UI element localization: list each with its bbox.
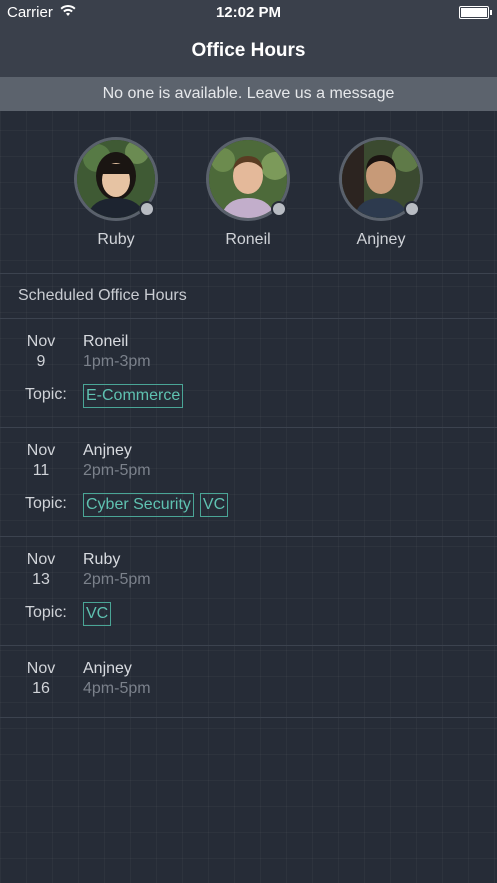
status-bar: Carrier 12:02 PM <box>0 0 497 24</box>
advisor-anjney[interactable]: Anjney <box>321 137 441 249</box>
topic-tag[interactable]: E-Commerce <box>83 384 184 408</box>
topic-label: Topic: <box>25 495 67 512</box>
topic-tag[interactable]: Cyber Security <box>83 493 194 517</box>
avatar-container <box>339 137 423 221</box>
session-hours: 1pm-3pm <box>83 353 151 370</box>
session-host: Ruby <box>83 551 121 568</box>
avatar-container <box>74 137 158 221</box>
session-row[interactable]: Nov 11 Anjney 2pm-5pm Topic: Cyber Secur… <box>0 428 497 537</box>
advisor-roneil[interactable]: Roneil <box>188 137 308 249</box>
session-host: Anjney <box>83 442 132 459</box>
advisor-name: Roneil <box>225 231 271 248</box>
session-month: Nov <box>26 333 56 350</box>
session-month: Nov <box>26 660 56 677</box>
session-hours: 2pm-5pm <box>83 462 151 479</box>
topic-tags: VC <box>83 602 112 626</box>
session-row[interactable]: Nov 16 Anjney 4pm-5pm <box>0 646 497 718</box>
presence-dot-icon <box>404 201 420 217</box>
session-day: 16 <box>32 680 50 697</box>
session-month: Nov <box>26 442 56 459</box>
avatar-container <box>206 137 290 221</box>
session-row[interactable]: Nov 9 Roneil 1pm-3pm Topic: E-Commerce <box>0 319 497 428</box>
session-day: 11 <box>32 462 50 479</box>
availability-message: No one is available. Leave us a message <box>102 85 395 102</box>
advisor-ruby[interactable]: Ruby <box>56 137 176 249</box>
advisor-row: Ruby Roneil Anjney <box>0 111 497 274</box>
presence-dot-icon <box>139 201 155 217</box>
session-month: Nov <box>26 551 56 568</box>
topic-tags: Cyber Security VC <box>83 493 229 517</box>
advisor-name: Anjney <box>356 231 406 248</box>
session-host: Anjney <box>83 660 132 677</box>
session-day: 13 <box>32 571 50 588</box>
battery-icon <box>459 6 492 19</box>
topic-label: Topic: <box>25 604 67 621</box>
advisor-name: Ruby <box>97 231 135 248</box>
session-hours: 2pm-5pm <box>83 571 151 588</box>
topic-label: Topic: <box>25 386 67 403</box>
clock: 12:02 PM <box>215 4 282 21</box>
topic-tag[interactable]: VC <box>199 493 229 517</box>
topic-tags: E-Commerce <box>83 384 184 408</box>
page-title: Office Hours <box>191 39 306 61</box>
topic-tag[interactable]: VC <box>83 602 112 626</box>
session-host: Roneil <box>83 333 129 350</box>
availability-banner[interactable]: No one is available. Leave us a message <box>0 77 497 111</box>
presence-dot-icon <box>271 201 287 217</box>
session-day: 9 <box>36 353 46 370</box>
navigation-bar: Office Hours <box>0 24 497 77</box>
section-title: Scheduled Office Hours <box>18 287 187 304</box>
session-row[interactable]: Nov 13 Ruby 2pm-5pm Topic: VC <box>0 537 497 646</box>
session-hours: 4pm-5pm <box>83 680 151 697</box>
